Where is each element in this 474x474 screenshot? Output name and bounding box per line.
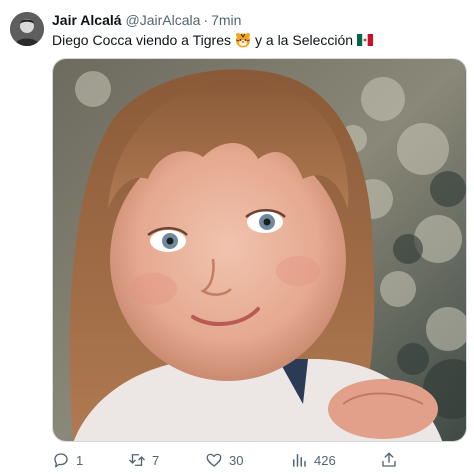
mexico-flag-emoji-icon (357, 34, 374, 46)
like-button[interactable]: 30 (205, 450, 243, 470)
share-icon (380, 451, 398, 469)
tiger-face-emoji-icon (235, 32, 251, 48)
reply-count: 1 (76, 452, 84, 468)
share-button[interactable] (380, 450, 398, 470)
tweet[interactable]: Jair Alcalá @JairAlcala · 7min Diego Coc… (0, 0, 474, 474)
tweet-text-part2: y a la Selección (255, 32, 354, 48)
reply-icon (52, 451, 70, 469)
retweet-icon (128, 451, 146, 469)
views-button[interactable]: 426 (290, 450, 336, 470)
retweet-button[interactable]: 7 (128, 450, 159, 470)
timestamp[interactable]: 7min (211, 10, 241, 30)
views-chart-icon (290, 451, 308, 469)
avatar[interactable] (10, 12, 44, 46)
tweet-text: Diego Cocca viendo a Tigres y a la Selec… (52, 30, 374, 50)
tweet-media-image[interactable] (52, 58, 467, 442)
views-count: 426 (314, 452, 336, 468)
retweet-count: 7 (152, 452, 160, 468)
tweet-actions: 1 7 30 426 (52, 450, 467, 470)
heart-icon (205, 451, 223, 469)
author-handle[interactable]: @JairAlcala (126, 10, 201, 30)
separator-dot: · (203, 12, 209, 28)
tweet-text-part1: Diego Cocca viendo a Tigres (52, 32, 231, 48)
tweet-header: Jair Alcalá @JairAlcala · 7min (52, 10, 241, 30)
author-name[interactable]: Jair Alcalá (52, 10, 122, 30)
like-count: 30 (229, 452, 244, 468)
reply-button[interactable]: 1 (52, 450, 83, 470)
